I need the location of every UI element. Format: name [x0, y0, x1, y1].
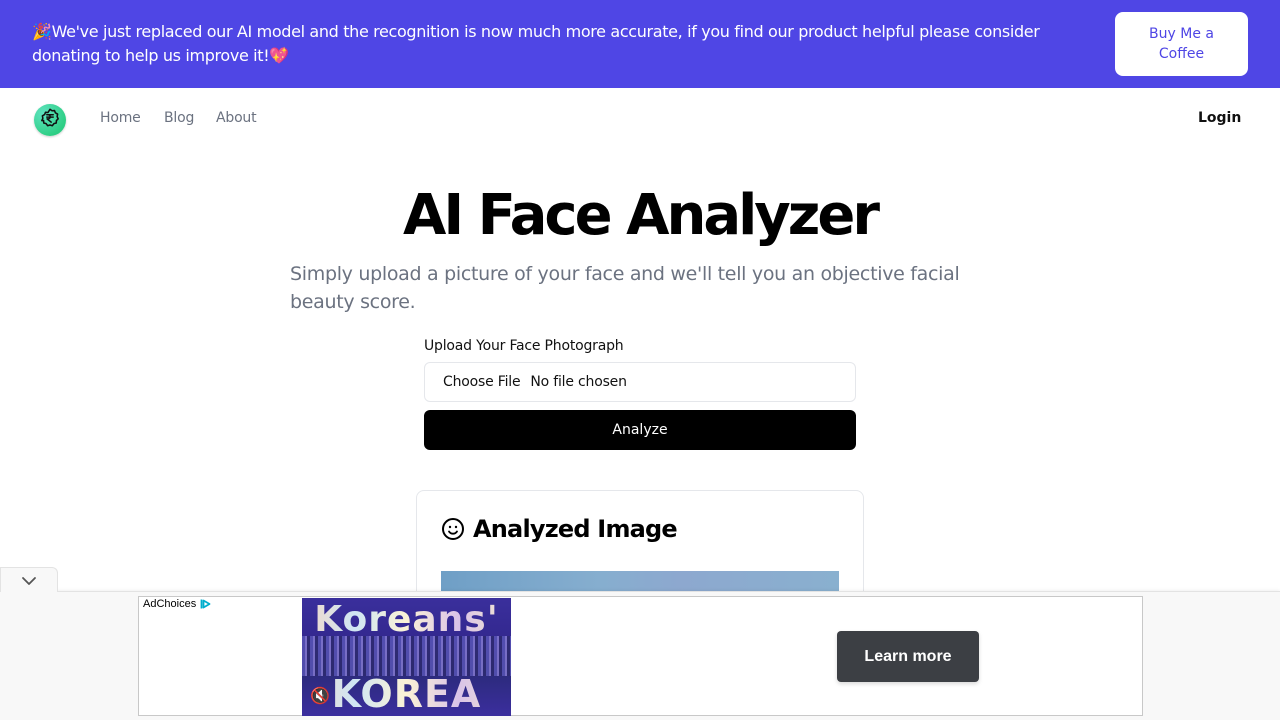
ad-frame: AdChoices Koreans' KOREA 🔇 Learn more [138, 596, 1143, 716]
mute-icon[interactable]: 🔇 [310, 686, 330, 705]
buy-me-a-coffee-button[interactable]: Buy Me a Coffee [1115, 12, 1248, 76]
smile-icon [441, 517, 465, 541]
top-nav: Home Blog About Login [0, 88, 1280, 152]
learn-more-button[interactable]: Learn more [837, 631, 979, 682]
file-status: No file chosen [530, 374, 627, 390]
ad-video-title-bottom: KOREA [302, 672, 511, 716]
ad-video-cityscape [302, 636, 511, 676]
card-title: Analyzed Image [473, 515, 678, 543]
nav-about[interactable]: About [216, 110, 257, 126]
adchoices-link[interactable]: AdChoices [143, 598, 211, 610]
file-input[interactable]: Choose File No file chosen [424, 362, 856, 402]
logo[interactable] [34, 104, 66, 136]
adchoices-icon [200, 598, 211, 610]
card-heading: Analyzed Image [441, 515, 678, 543]
choose-file-button[interactable]: Choose File [443, 374, 521, 390]
rupee-badge-icon [39, 107, 61, 133]
upload-label: Upload Your Face Photograph [424, 338, 624, 354]
page-subtitle: Simply upload a picture of your face and… [290, 263, 960, 313]
page-title: AI Face Analyzer [403, 183, 880, 248]
banner-message: 🎉We've just replaced our AI model and th… [32, 22, 1040, 65]
chevron-down-icon [21, 571, 37, 590]
ad-video[interactable]: Koreans' KOREA 🔇 [302, 598, 511, 716]
adchoices-label: AdChoices [143, 598, 197, 610]
announcement-banner: 🎉We've just replaced our AI model and th… [0, 0, 1280, 88]
nav-blog[interactable]: Blog [164, 110, 194, 126]
ad-collapse-button[interactable] [0, 567, 58, 592]
login-link[interactable]: Login [1198, 110, 1241, 126]
analyze-button[interactable]: Analyze [424, 410, 856, 450]
ad-video-title-top: Koreans' [302, 598, 511, 642]
nav-home[interactable]: Home [100, 110, 141, 126]
